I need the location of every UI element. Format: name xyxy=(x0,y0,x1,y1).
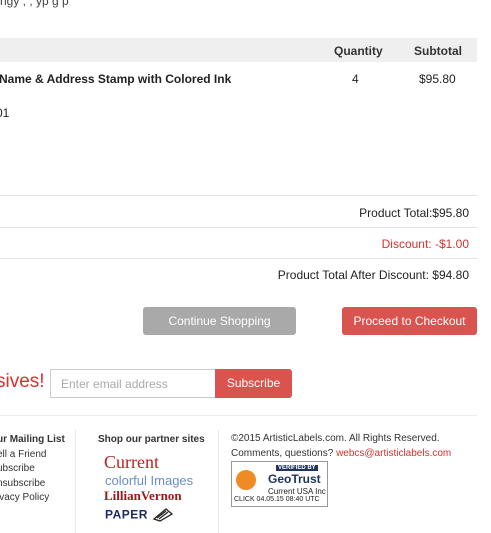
total-after-discount: Product Total After Discount: $94.80 xyxy=(277,268,469,282)
tell-friend-link[interactable]: ell a Friend xyxy=(0,448,65,463)
product-total: Product Total:$95.80 xyxy=(359,206,469,220)
item-sku: 01 xyxy=(0,106,10,120)
geotrust-logo-icon xyxy=(236,470,256,490)
copyright-text: ©2015 ArtisticLabels.com. All Rights Res… xyxy=(231,433,440,444)
top-cutoff-text: ngy , , yp g p xyxy=(0,0,69,8)
footer-divider xyxy=(0,415,477,416)
geotrust-verified-text: VERIFIED BY xyxy=(276,465,318,471)
item-subtotal: $95.80 xyxy=(419,72,456,86)
subscribe-link[interactable]: ubscribe xyxy=(0,462,65,477)
colorful-images-logo[interactable]: colorful Images xyxy=(105,473,205,488)
geotrust-org: Current USA Inc xyxy=(268,487,326,496)
continue-shopping-button[interactable]: Continue Shopping xyxy=(143,307,296,335)
divider xyxy=(0,227,477,228)
quantity-header: Quantity xyxy=(334,44,383,58)
email-input[interactable] xyxy=(50,369,216,398)
item-quantity: 4 xyxy=(352,72,359,86)
discount-total: Discount: -$1.00 xyxy=(381,237,469,251)
partner-heading: Shop our partner sites xyxy=(98,434,205,445)
geotrust-seal[interactable]: VERIFIED BY GeoTrust Current USA Inc CLI… xyxy=(231,461,328,507)
paper-direct-label: PAPER xyxy=(105,507,148,522)
lillian-vernon-logo[interactable]: LillianVernon xyxy=(104,488,205,504)
subtotal-header: Subtotal xyxy=(414,44,462,58)
newsletter-promo-text: sives! xyxy=(0,371,45,392)
mailing-list-heading: ur Mailing List xyxy=(0,434,65,445)
contact-line: Comments, questions? webcs@artisticlabel… xyxy=(231,447,451,462)
proceed-to-checkout-button[interactable]: Proceed to Checkout xyxy=(342,307,477,335)
subscribe-button[interactable]: Subscribe xyxy=(215,369,292,398)
unsubscribe-link[interactable]: nsubscribe xyxy=(0,477,65,492)
geotrust-brand: GeoTrust xyxy=(268,472,321,486)
divider xyxy=(0,258,477,259)
questions-text: Comments, questions? xyxy=(231,447,334,459)
footer-separator xyxy=(75,430,76,533)
legal-section: ©2015 ArtisticLabels.com. All Rights Res… xyxy=(231,432,451,461)
geotrust-click-date: CLICK 04.05.15 08:40 UTC xyxy=(234,496,320,503)
current-logo[interactable]: Current xyxy=(104,452,205,473)
footer-separator xyxy=(218,430,219,533)
partner-sites-section: Shop our partner sites Current colorful … xyxy=(98,433,205,525)
privacy-policy-link[interactable]: ivacy Policy xyxy=(0,491,65,506)
divider xyxy=(0,195,477,196)
mailing-list-section: ur Mailing List ell a Friend ubscribe ns… xyxy=(0,433,65,506)
product-name[interactable]: Name & Address Stamp with Colored Ink xyxy=(0,72,231,86)
cart-table-header: Quantity Subtotal xyxy=(0,38,477,62)
contact-email-link[interactable]: webcs@artisticlabels.com xyxy=(336,448,451,459)
paper-direct-logo[interactable]: PAPER xyxy=(105,506,205,525)
stacked-paper-icon xyxy=(152,506,174,525)
